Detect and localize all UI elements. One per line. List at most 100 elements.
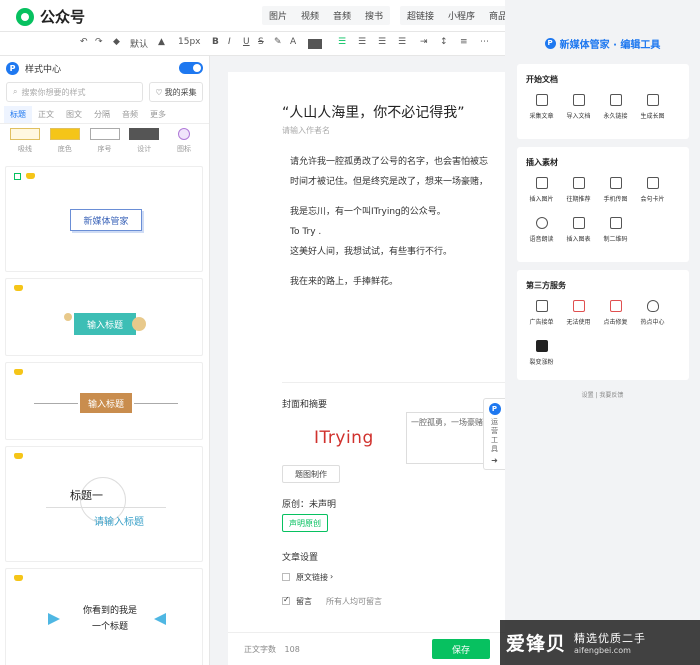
copy-icon: [535, 94, 548, 106]
style-card[interactable]: 输入标题: [5, 278, 203, 356]
subcategory-icon[interactable]: 图标: [167, 128, 201, 158]
editor-canvas[interactable]: “人山人海里，你不必记得我” 请输入作者名 请允许我一腔孤勇改了公号的名字，也会…: [228, 72, 505, 632]
tool-label: 插入图片: [529, 196, 554, 203]
subcategory-background[interactable]: 底色: [48, 128, 82, 158]
style-card[interactable]: 你看到的我是 一个标题: [5, 568, 203, 665]
insert-link-button[interactable]: 超链接: [400, 6, 441, 25]
tab-title[interactable]: 标题: [4, 106, 32, 123]
past-recommend-tool[interactable]: 往期推荐: [560, 174, 597, 214]
image-icon: [535, 177, 548, 189]
clear-format-icon[interactable]: ◆: [113, 37, 120, 47]
wechat-logo-icon: [16, 7, 34, 26]
tool-label: 制二维码: [603, 236, 628, 243]
vip-crown-icon: [26, 173, 35, 179]
import-document-tool[interactable]: 导入文档: [560, 91, 597, 131]
comment-checkbox[interactable]: [282, 595, 290, 605]
ad-orders-tool[interactable]: 广告接单: [523, 297, 560, 337]
tools-panel-footer[interactable]: 设置 | 我要反馈: [505, 390, 700, 399]
style-search-input[interactable]: ⌕ 搜索你想要的样式: [6, 82, 143, 102]
subcategory-thumb: [129, 128, 160, 140]
my-collection-button[interactable]: ♡ 我的采集: [149, 82, 203, 102]
tool-grid: 插入图片 往期推荐 手机传图 会句卡片 语音朗读 插入图表 制二维码: [517, 168, 689, 254]
long-image-tool[interactable]: 生成长图: [634, 91, 671, 131]
subcategory-number[interactable]: 序号: [88, 128, 122, 158]
insert-chart-tool[interactable]: 插入图表: [560, 214, 597, 254]
list-icon[interactable]: ≡: [460, 37, 468, 47]
subcategory-label: 底色: [57, 145, 72, 153]
subcategory-underline[interactable]: 吸线: [8, 128, 42, 158]
font-size-select[interactable]: 15px: [178, 37, 201, 47]
background-color-icon[interactable]: [308, 39, 322, 49]
search-book-button[interactable]: 搜书: [358, 6, 390, 25]
microphone-icon: [535, 217, 548, 229]
fission-growth-tool[interactable]: 裂变涨粉: [523, 337, 560, 377]
decor-line-left: [34, 403, 78, 404]
collect-article-tool[interactable]: 采集文章: [523, 91, 560, 131]
tool-label: 往期推荐: [566, 196, 591, 203]
tab-image-text[interactable]: 图文: [60, 109, 88, 120]
tab-more[interactable]: 更多: [144, 109, 172, 120]
indent-icon[interactable]: ⇥: [420, 37, 428, 47]
search-icon: ⌕: [13, 87, 18, 96]
style-card[interactable]: 输入标题: [5, 362, 203, 440]
tab-audio[interactable]: 音频: [116, 109, 144, 120]
sidebar-title: 样式中心: [25, 64, 62, 75]
style-center-toggle[interactable]: [179, 62, 203, 74]
hot-topics-tool[interactable]: 热点中心: [634, 297, 671, 337]
app-logo[interactable]: 公众号: [16, 6, 85, 27]
insert-video-button[interactable]: 视频: [294, 6, 326, 25]
strikethrough-button[interactable]: S: [258, 37, 264, 47]
highlight-icon[interactable]: ✎: [274, 37, 282, 47]
font-color-button[interactable]: A: [290, 37, 296, 47]
tab-body[interactable]: 正文: [32, 109, 60, 120]
align-center-icon[interactable]: ☰: [358, 37, 366, 47]
align-right-icon[interactable]: ☰: [378, 37, 386, 47]
article-title[interactable]: “人山人海里，你不必记得我”: [282, 102, 465, 122]
line-height-icon[interactable]: ↕: [440, 37, 448, 47]
subcategory-row: 吸线 底色 序号 设计 图标: [0, 124, 209, 158]
declare-original-button[interactable]: 声明原创: [282, 514, 328, 532]
ops-tools-tab[interactable]: P 运营工具 ➜: [483, 398, 505, 470]
align-left-icon[interactable]: ☰: [338, 37, 346, 47]
unavailable-tool[interactable]: 无法使用: [560, 297, 597, 337]
section-title: 开始文档: [526, 75, 558, 84]
comment-scope[interactable]: 所有人均可留言: [326, 596, 382, 607]
subcategory-design[interactable]: 设计: [127, 128, 161, 158]
card-icon: [646, 177, 659, 189]
author-input[interactable]: 请输入作者名: [282, 125, 330, 136]
style-card[interactable]: 标题一 请输入标题: [5, 446, 203, 562]
more-format-icon[interactable]: ⋯: [480, 37, 489, 47]
cover-make-button[interactable]: 题图制作: [282, 465, 340, 483]
insert-image-button[interactable]: 图片: [262, 6, 294, 25]
underline-button[interactable]: U: [243, 37, 250, 47]
format-painter-icon[interactable]: ▲: [158, 37, 165, 47]
cover-image[interactable]: ITrying: [314, 428, 374, 448]
style-select[interactable]: 默认: [130, 37, 148, 50]
tab-divider[interactable]: 分隔: [88, 109, 116, 120]
original-link-checkbox[interactable]: [282, 573, 290, 581]
justify-icon[interactable]: ☰: [398, 37, 406, 47]
save-button[interactable]: 保存: [432, 639, 490, 659]
chevron-right-icon[interactable]: ›: [330, 572, 333, 581]
quote-card-tool[interactable]: 会句卡片: [634, 174, 671, 214]
italic-button[interactable]: I: [228, 37, 231, 47]
paragraph: 我是忘川，有一个叫ITrying的公众号。: [290, 207, 446, 217]
original-link-label[interactable]: 原文链接: [296, 572, 328, 583]
qr-code-tool[interactable]: 制二维码: [597, 214, 634, 254]
insert-audio-button[interactable]: 音频: [326, 6, 358, 25]
style-card[interactable]: 新媒体管家: [5, 166, 203, 272]
flame-icon: [646, 300, 659, 312]
my-collection-label: 我的采集: [164, 87, 197, 97]
word-count-label: 正文字数: [244, 645, 276, 654]
permanent-link-tool[interactable]: 永久链接: [597, 91, 634, 131]
insert-image-tool[interactable]: 插入图片: [523, 174, 560, 214]
redo-icon[interactable]: ↷: [95, 37, 103, 47]
undo-icon[interactable]: ↶: [80, 37, 88, 47]
bold-button[interactable]: B: [212, 37, 219, 47]
phone-upload-tool[interactable]: 手机传图: [597, 174, 634, 214]
voice-reading-tool[interactable]: 语音朗读: [523, 214, 560, 254]
click-repair-tool[interactable]: 点击修复: [597, 297, 634, 337]
insert-miniprogram-button[interactable]: 小程序: [441, 6, 482, 25]
article-body[interactable]: 请允许我一腔孤勇改了公号的名字，也会害怕被忘 时间才被记住。但是终究是改了，想来…: [290, 152, 505, 292]
